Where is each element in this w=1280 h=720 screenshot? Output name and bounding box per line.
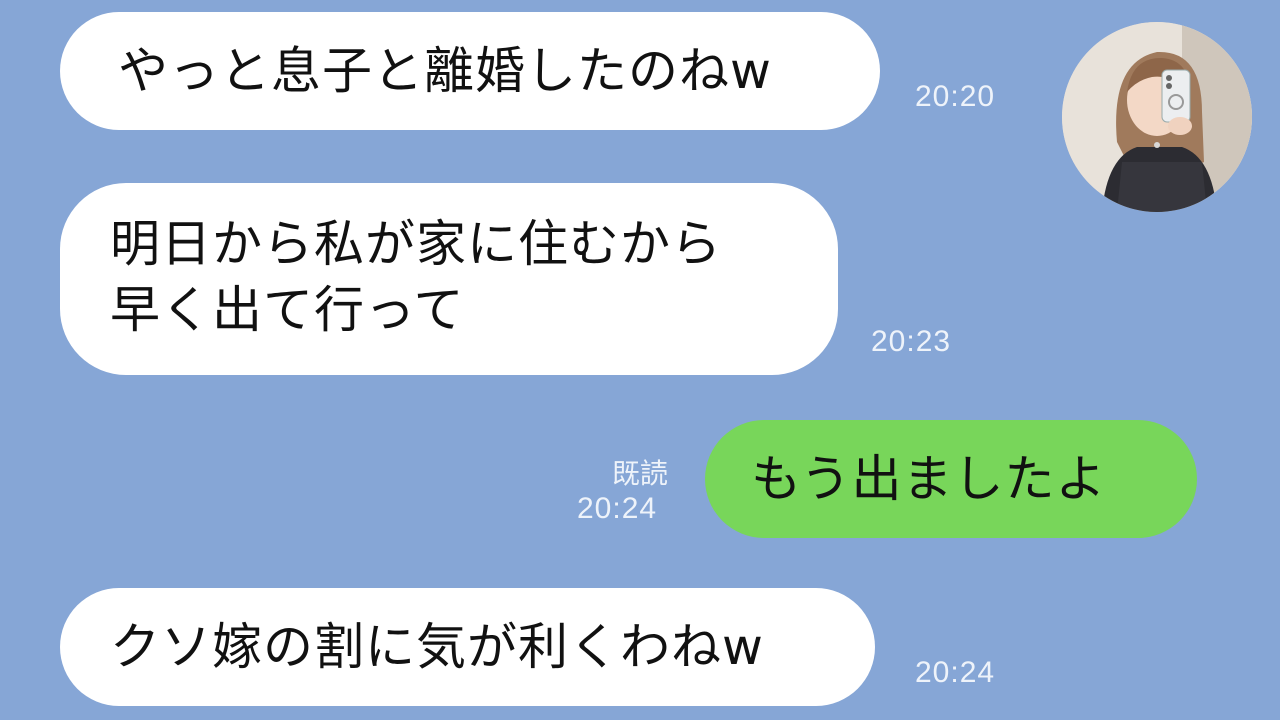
message-bubble-received[interactable]: クソ嫁の割に気が利くわねw — [60, 588, 875, 706]
message-text: もう出ましたよ — [751, 450, 1107, 508]
message-timestamp: 20:24 — [577, 492, 658, 525]
message-text: やっと息子と離婚したのねw — [118, 42, 772, 100]
message-bubble-received[interactable]: やっと息子と離婚したのねw — [60, 12, 880, 130]
chat-view: やっと息子と離婚したのねw 20:20 明日から私が家に住むから 早く出て行って… — [0, 0, 1280, 720]
read-receipt: 既読 — [612, 457, 669, 490]
message-text: クソ嫁の割に気が利くわねw — [110, 618, 764, 676]
avatar-photo-icon — [1062, 22, 1252, 212]
message-text: 早く出て行って — [110, 281, 465, 339]
message-bubble-sent[interactable]: もう出ましたよ — [705, 420, 1197, 538]
message-bubble-received[interactable]: 明日から私が家に住むから 早く出て行って — [60, 183, 838, 375]
message-text: 明日から私が家に住むから — [110, 215, 722, 273]
contact-avatar[interactable] — [1062, 22, 1252, 212]
message-timestamp: 20:24 — [915, 656, 996, 689]
message-timestamp: 20:23 — [871, 325, 952, 358]
message-timestamp: 20:20 — [915, 80, 996, 113]
